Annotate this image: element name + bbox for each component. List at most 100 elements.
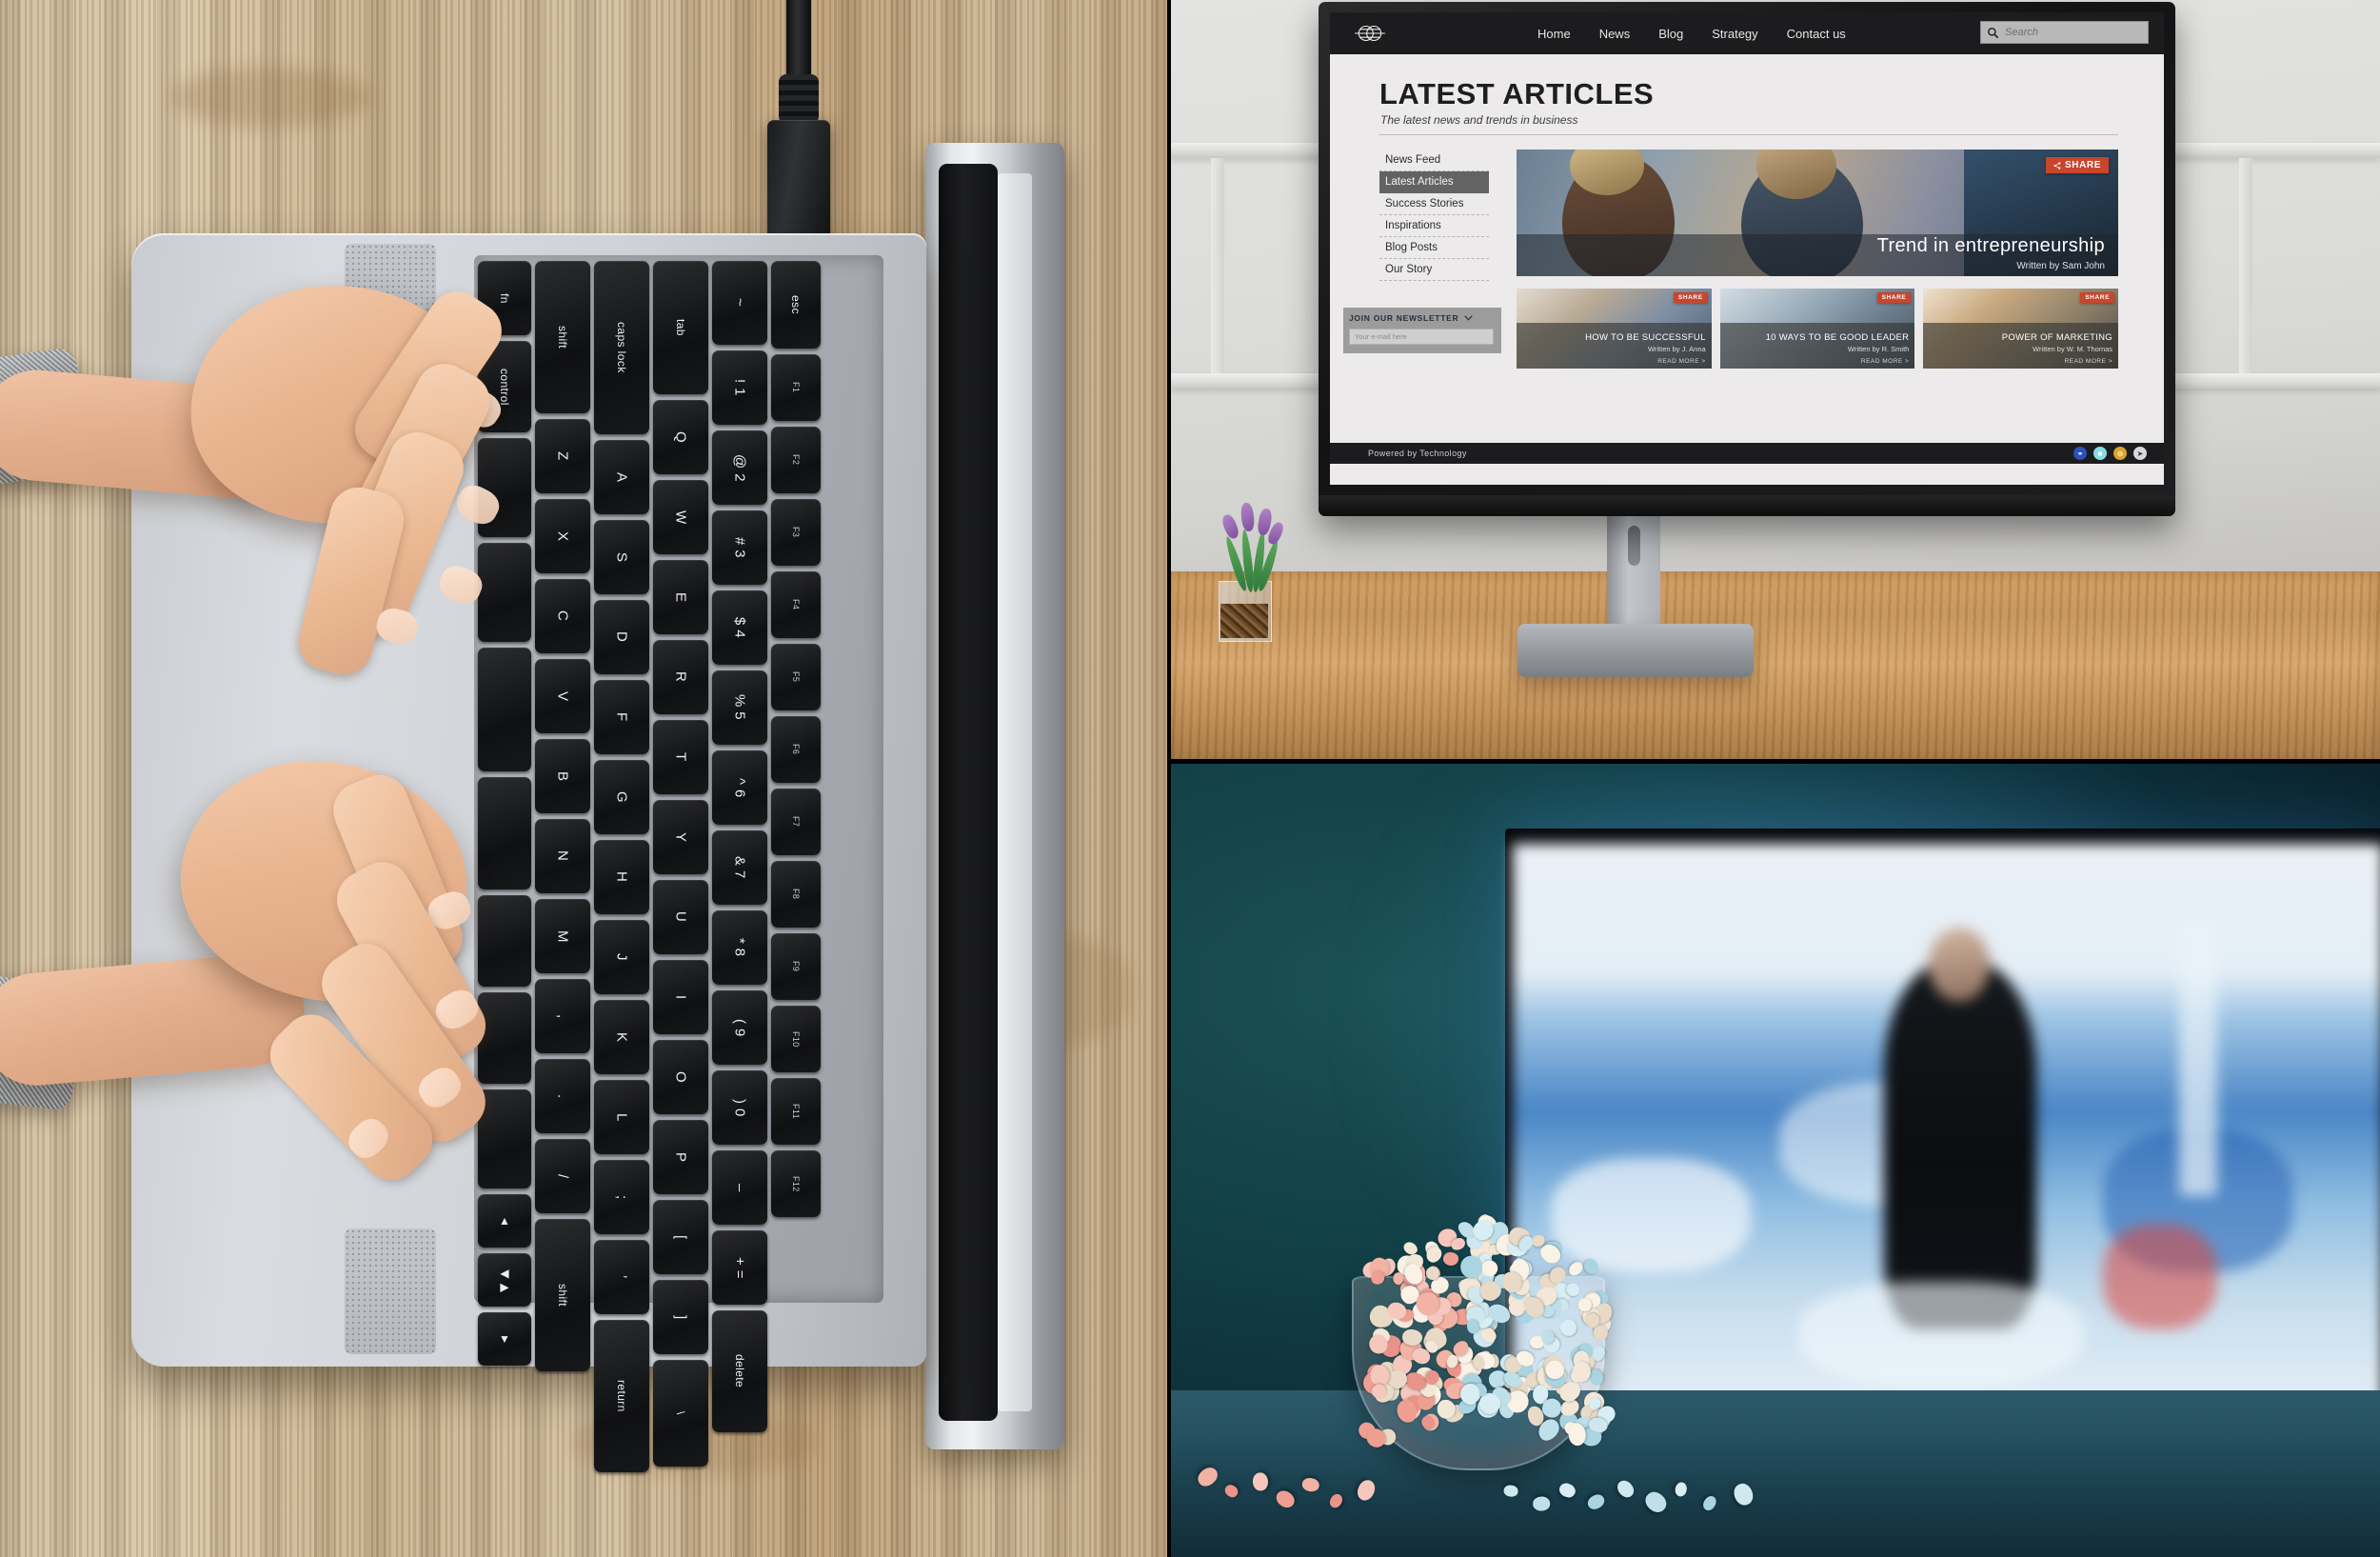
- keyboard-key-[interactable]: ◀▶: [478, 1253, 531, 1307]
- keyboard-key-s[interactable]: S: [594, 520, 649, 594]
- coin-icon[interactable]: ⊖: [2113, 447, 2127, 460]
- keyboard-key-f3[interactable]: F3: [771, 499, 821, 566]
- keyboard-key-f9[interactable]: F9: [771, 933, 821, 1000]
- keyboard-key-3[interactable]: # 3: [712, 510, 767, 585]
- keyboard-key-w[interactable]: W: [653, 480, 708, 554]
- nav-item-home[interactable]: Home: [1537, 27, 1571, 41]
- card-read-more[interactable]: READ MORE >: [1657, 358, 1705, 365]
- keyboard-key-8[interactable]: * 8: [712, 910, 767, 985]
- keyboard-key-0[interactable]: ) 0: [712, 1070, 767, 1145]
- keyboard-key-v[interactable]: V: [535, 659, 590, 733]
- card-share-button[interactable]: SHARE: [1674, 292, 1708, 303]
- keyboard-key-n[interactable]: N: [535, 819, 590, 893]
- sidebar-item-inspirations[interactable]: Inspirations: [1379, 215, 1489, 237]
- keyboard-key-z[interactable]: Z: [535, 419, 590, 493]
- search-input[interactable]: Search: [1980, 21, 2149, 44]
- keyboard-key-[interactable]: ;: [594, 1160, 649, 1234]
- keyboard-key-[interactable]: ,: [535, 979, 590, 1053]
- keyboard-key-[interactable]: ~: [712, 261, 767, 345]
- keyboard-key-u[interactable]: U: [653, 880, 708, 954]
- keyboard-key-[interactable]: .: [535, 1059, 590, 1133]
- keyboard-key-blank[interactable]: [478, 895, 531, 987]
- usb-plug[interactable]: [767, 120, 830, 246]
- sidebar-item-news-feed[interactable]: News Feed: [1379, 150, 1489, 171]
- keyboard-key-2[interactable]: @ 2: [712, 430, 767, 505]
- keyboard-key-9[interactable]: ( 9: [712, 990, 767, 1065]
- keyboard-key-shift[interactable]: shift: [535, 261, 590, 413]
- laptop-keyboard[interactable]: fn control ▲ ◀▶ ▼ shift Z X C V B N M,. / shift caps lo…: [474, 255, 883, 1303]
- card-read-more[interactable]: READ MORE >: [2065, 358, 2112, 365]
- keyboard-key-f1[interactable]: F1: [771, 354, 821, 421]
- sidebar-item-our-story[interactable]: Our Story: [1379, 259, 1489, 281]
- article-card[interactable]: HOW TO BE SUCCESSFUL Written by J. Anna …: [1517, 289, 1712, 369]
- chevron-down-icon[interactable]: [1464, 315, 1473, 321]
- keyboard-key-[interactable]: + =: [712, 1230, 767, 1305]
- article-card[interactable]: 10 WAYS TO BE GOOD LEADER Written by R. …: [1720, 289, 1915, 369]
- keyboard-key-x[interactable]: X: [535, 499, 590, 573]
- keyboard-key-7[interactable]: & 7: [712, 830, 767, 905]
- keyboard-key-blank[interactable]: [478, 777, 531, 889]
- keyboard-key-blank[interactable]: [478, 648, 531, 771]
- keyboard-key-h[interactable]: H: [594, 840, 649, 914]
- keyboard-key-f2[interactable]: F2: [771, 427, 821, 493]
- keyboard-key-k[interactable]: K: [594, 1000, 649, 1074]
- keyboard-key-t[interactable]: T: [653, 720, 708, 794]
- keyboard-key-[interactable]: /: [535, 1139, 590, 1213]
- keyboard-key-[interactable]: ]: [653, 1280, 708, 1354]
- keyboard-key-q[interactable]: Q: [653, 400, 708, 474]
- sidebar-item-success-stories[interactable]: Success Stories: [1379, 193, 1489, 215]
- keyboard-key-tab[interactable]: tab: [653, 261, 708, 394]
- link-icon[interactable]: ⚭: [2073, 447, 2087, 460]
- keyboard-key-m[interactable]: M: [535, 899, 590, 973]
- keyboard-key-p[interactable]: P: [653, 1120, 708, 1194]
- keyboard-key-delete[interactable]: delete: [712, 1310, 767, 1432]
- keyboard-key-c[interactable]: C: [535, 579, 590, 653]
- keyboard-key-f11[interactable]: F11: [771, 1078, 821, 1145]
- keyboard-key-g[interactable]: G: [594, 760, 649, 834]
- keyboard-key-f4[interactable]: F4: [771, 571, 821, 638]
- keyboard-key-6[interactable]: ^ 6: [712, 750, 767, 825]
- keyboard-key-[interactable]: ▼: [478, 1312, 531, 1366]
- keyboard-key-o[interactable]: O: [653, 1040, 708, 1114]
- keyboard-key-f8[interactable]: F8: [771, 861, 821, 928]
- keyboard-key-j[interactable]: J: [594, 920, 649, 994]
- sidebar-item-blog-posts[interactable]: Blog Posts: [1379, 237, 1489, 259]
- keyboard-key-blank[interactable]: [478, 1089, 531, 1188]
- hero-share-button[interactable]: SHARE: [2046, 157, 2109, 173]
- keyboard-key-b[interactable]: B: [535, 739, 590, 813]
- nav-item-strategy[interactable]: Strategy: [1712, 27, 1757, 41]
- card-share-button[interactable]: SHARE: [1877, 292, 1912, 303]
- keyboard-key-shift[interactable]: shift: [535, 1219, 590, 1371]
- keyboard-key-return[interactable]: return: [594, 1320, 649, 1472]
- keyboard-key-i[interactable]: I: [653, 960, 708, 1034]
- keyboard-key-[interactable]: ▲: [478, 1194, 531, 1248]
- keyboard-key-f5[interactable]: F5: [771, 644, 821, 710]
- keyboard-key-f6[interactable]: F6: [771, 716, 821, 783]
- keyboard-key-[interactable]: ’: [594, 1240, 649, 1314]
- note-icon[interactable]: ■: [2093, 447, 2107, 460]
- keyboard-key-esc[interactable]: esc: [771, 261, 821, 349]
- keyboard-key-blank[interactable]: [478, 992, 531, 1084]
- card-read-more[interactable]: READ MORE >: [1861, 358, 1909, 365]
- keyboard-key-blank[interactable]: [478, 543, 531, 642]
- keyboard-key-r[interactable]: R: [653, 640, 708, 714]
- keyboard-key-d[interactable]: D: [594, 600, 649, 674]
- nav-item-blog[interactable]: Blog: [1658, 27, 1683, 41]
- nav-item-contact-us[interactable]: Contact us: [1787, 27, 1846, 41]
- keyboard-key-f[interactable]: F: [594, 680, 649, 754]
- send-icon[interactable]: ➤: [2133, 447, 2147, 460]
- keyboard-key-[interactable]: –: [712, 1150, 767, 1225]
- keyboard-key-[interactable]: \: [653, 1360, 708, 1467]
- article-card[interactable]: POWER OF MARKETING Written by W. M. Thom…: [1923, 289, 2118, 369]
- keyboard-key-capslock[interactable]: caps lock: [594, 261, 649, 434]
- keyboard-key-f10[interactable]: F10: [771, 1006, 821, 1072]
- keyboard-key-4[interactable]: $ 4: [712, 590, 767, 665]
- keyboard-key-l[interactable]: L: [594, 1080, 649, 1154]
- nav-item-news[interactable]: News: [1599, 27, 1631, 41]
- keyboard-key-e[interactable]: E: [653, 560, 708, 634]
- sidebar-item-latest-articles[interactable]: Latest Articles: [1379, 171, 1489, 193]
- keyboard-key-y[interactable]: Y: [653, 800, 708, 874]
- keyboard-key-[interactable]: [: [653, 1200, 708, 1274]
- keyboard-key-f7[interactable]: F7: [771, 788, 821, 855]
- hero-article[interactable]: Trend in entrepreneurship Written by Sam…: [1517, 150, 2118, 276]
